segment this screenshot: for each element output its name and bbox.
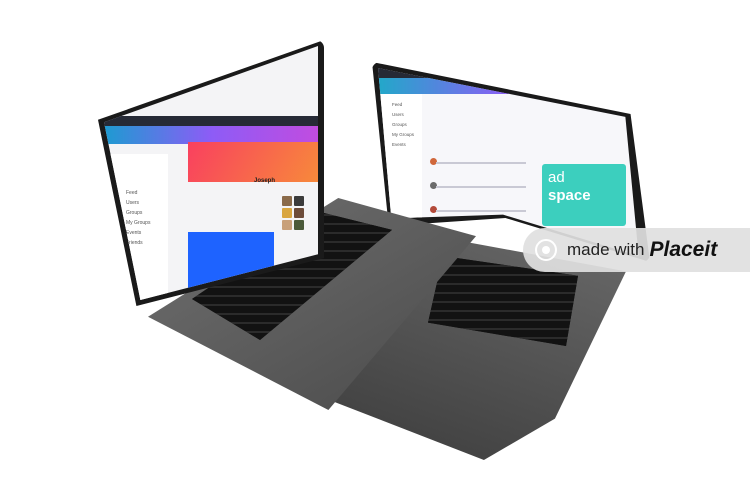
photo-thumbnail [294, 208, 304, 218]
photo-thumbnail [294, 196, 304, 206]
profile-cover [188, 142, 318, 182]
sidebar-item: Events [392, 142, 406, 147]
sidebar-item: Users [392, 112, 404, 117]
photo-thumbnail [294, 220, 304, 230]
left-laptop-screen: Feed Users Groups My Groups Events Frien… [104, 46, 318, 300]
photo-thumbnail [282, 220, 292, 230]
photo-thumbnail [282, 196, 292, 206]
placeit-logo-icon [535, 239, 557, 261]
sidebar-item: Users [126, 200, 140, 206]
sidebar-item: My Groups [126, 220, 151, 226]
placeit-watermark: made with Placeit [523, 228, 750, 272]
sidebar-item: Events [126, 230, 142, 236]
sidebar-item: Feed [392, 102, 403, 107]
ad-line-1: ad [548, 169, 565, 186]
photo-thumbnail [282, 208, 292, 218]
ad-line-2: space [548, 187, 591, 204]
sidebar-item: Groups [392, 122, 407, 127]
watermark-prefix: made with [567, 240, 645, 259]
sidebar-item: Feed [126, 190, 138, 196]
sidebar-item: My Groups [392, 132, 415, 137]
scene: Feed Users Groups My Groups Events ad sp… [0, 0, 750, 500]
feed-post-line [436, 210, 526, 212]
profile-name: Joseph [254, 178, 276, 184]
sidebar-item: Groups [126, 210, 143, 216]
feed-post-line [436, 186, 526, 188]
watermark-brand: Placeit [649, 238, 718, 261]
feed-post-line [436, 162, 526, 164]
ad-space-card: ad space [542, 164, 626, 226]
